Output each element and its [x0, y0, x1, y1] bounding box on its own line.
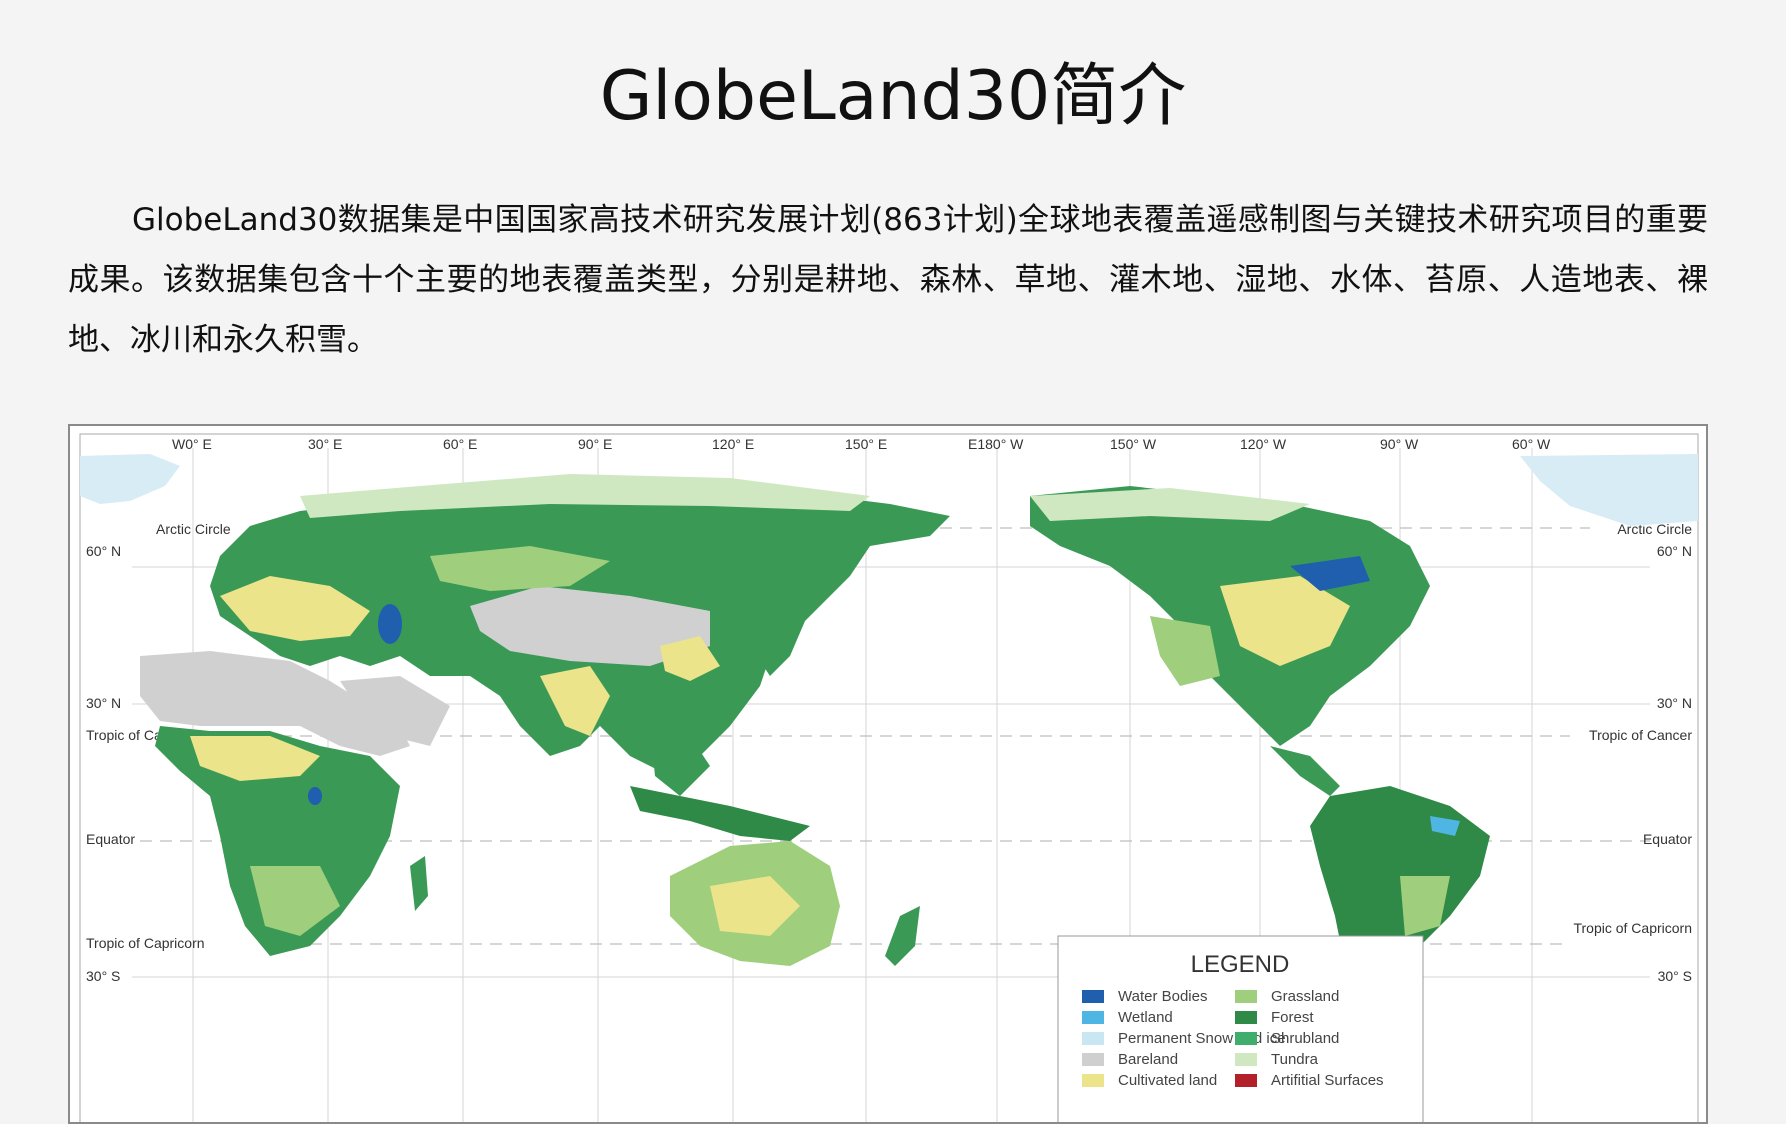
legend-swatch	[1235, 1011, 1257, 1024]
legend-swatch	[1235, 1032, 1257, 1045]
legend-label: Shrubland	[1271, 1030, 1339, 1047]
legend-label: Permanent Snow and ice	[1118, 1030, 1286, 1047]
legend-label: Artifitial Surfaces	[1271, 1072, 1384, 1089]
us-west-grassland	[1150, 616, 1220, 686]
tropic-of-cancer-label: Tropic of Cancer	[1589, 727, 1692, 743]
legend-swatch	[1082, 1032, 1104, 1045]
legend-swatch	[1235, 1053, 1257, 1066]
lon-label: 60° E	[443, 436, 477, 452]
legend-label: Cultivated land	[1118, 1072, 1217, 1089]
map-svg: W0° E 30° E 60° E 90° E 120° E 150° E E1…	[79, 433, 1699, 1122]
legend-label: Water Bodies	[1118, 988, 1207, 1005]
lon-label: 120° E	[712, 436, 754, 452]
legend-label: Bareland	[1118, 1051, 1178, 1068]
legend-title: LEGEND	[1191, 951, 1290, 978]
tropic-of-capricorn-label: Tropic of Capricorn	[86, 935, 205, 951]
legend-label: Tundra	[1271, 1051, 1319, 1068]
legend-label: Grassland	[1271, 988, 1339, 1005]
greenland-east	[80, 454, 180, 504]
lat-label: 30° S	[1658, 968, 1692, 984]
arctic-circle-label: Arctic Circle	[156, 521, 231, 537]
lat-label: 30° N	[86, 695, 121, 711]
lon-label: 90° E	[578, 436, 612, 452]
lat-label: 60° N	[1657, 543, 1692, 559]
lon-label: 150° W	[1110, 436, 1157, 452]
parallel-names-right: Arctic Circle Tropic of Cancer Equator T…	[1573, 521, 1692, 936]
brazil-cerrado	[1400, 876, 1450, 936]
indonesia	[630, 786, 810, 841]
greenland-west	[1520, 454, 1698, 526]
legend-swatch	[1082, 1074, 1104, 1087]
lon-label: 120° W	[1240, 436, 1287, 452]
longitude-labels: W0° E 30° E 60° E 90° E 120° E 150° E E1…	[172, 436, 1551, 452]
legend-swatch	[1082, 1011, 1104, 1024]
legend-swatch	[1235, 1074, 1257, 1087]
globeland30-map: W0° E 30° E 60° E 90° E 120° E 150° E E1…	[68, 424, 1708, 1124]
lon-label: 150° E	[845, 436, 887, 452]
lon-label: 90° W	[1380, 436, 1419, 452]
central-america	[1270, 746, 1340, 796]
legend-swatch	[1082, 990, 1104, 1003]
lon-label: 60° W	[1512, 436, 1551, 452]
legend-swatch	[1082, 1053, 1104, 1066]
lake-victoria	[308, 787, 322, 805]
lon-label: W0° E	[172, 436, 212, 452]
legend-label: Forest	[1271, 1009, 1314, 1026]
legend-label: Wetland	[1118, 1009, 1173, 1026]
lon-label: 30° E	[308, 436, 342, 452]
land-masses	[80, 454, 1698, 1116]
map-legend: LEGEND Water Bodies Grassland Wetland Fores…	[1057, 935, 1424, 1122]
madagascar	[410, 856, 428, 911]
equator-label: Equator	[1643, 831, 1692, 847]
legend-swatch	[1235, 990, 1257, 1003]
equator-label: Equator	[86, 831, 135, 847]
intro-paragraph: GlobeLand30数据集是中国国家高技术研究发展计划(863计划)全球地表覆…	[68, 202, 1708, 358]
new-zealand	[885, 906, 920, 966]
page-title: GlobeLand30简介	[599, 57, 1187, 136]
latitude-labels-left: 60° N 30° N 30° S	[86, 543, 121, 984]
lat-label: 30° N	[1657, 695, 1692, 711]
tropic-of-capricorn-label: Tropic of Capricorn	[1573, 920, 1692, 936]
lon-label: E180° W	[968, 436, 1024, 452]
lat-label: 60° N	[86, 543, 121, 559]
lat-label: 30° S	[86, 968, 120, 984]
page: GlobeLand30简介 GlobeLand30数据集是中国国家高技术研究发展…	[0, 0, 1786, 1124]
caspian-sea	[378, 604, 402, 644]
latitude-labels-right: 60° N 30° N 30° S	[1657, 543, 1692, 984]
